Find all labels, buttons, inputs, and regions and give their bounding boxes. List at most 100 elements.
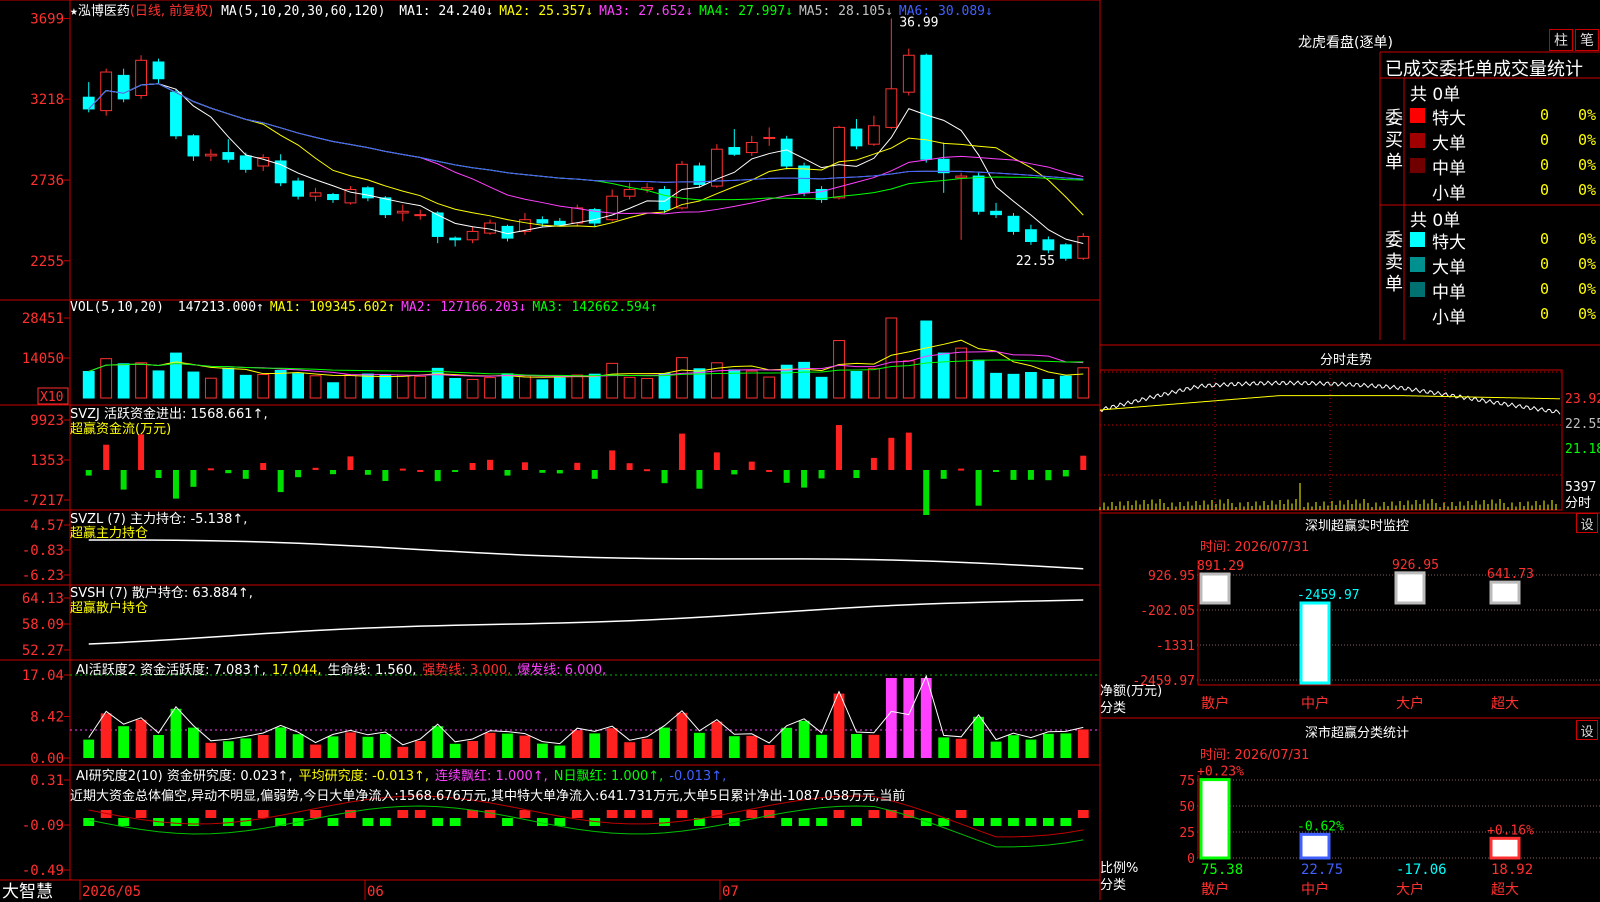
candle-body bbox=[745, 142, 758, 154]
candle-body bbox=[920, 54, 933, 160]
favorite-star-icon[interactable]: ★ bbox=[70, 4, 78, 19]
volume-bar bbox=[798, 361, 811, 399]
volume-bar bbox=[484, 377, 496, 399]
candle-body bbox=[327, 194, 339, 201]
candle-body bbox=[1077, 235, 1090, 259]
candle-body bbox=[1007, 215, 1020, 232]
ai-active-title: AI活跃度2 资金活跃度: 7.083↑, 17.044, 生命线: 1.560, 强… bbox=[70, 659, 606, 678]
volume-bar bbox=[135, 362, 147, 399]
order-color-swatch bbox=[1410, 232, 1425, 247]
class-bar bbox=[1299, 832, 1331, 860]
candle-body bbox=[955, 175, 968, 179]
candle-body bbox=[466, 230, 479, 241]
tab-bar-chart[interactable]: 柱 bbox=[1549, 29, 1573, 51]
volume-bar bbox=[606, 362, 619, 399]
ma-line-5 bbox=[88, 83, 1084, 183]
indicator-value-0: MA1: 24.240↓ bbox=[399, 4, 494, 19]
monitor-settings-button[interactable]: 设 bbox=[1576, 513, 1598, 533]
ai-research-title: AI研究度2(10) 资金研究度: 0.023↑, 平均研究度: -0.013↑,… bbox=[70, 765, 726, 784]
volume-bar bbox=[972, 359, 985, 399]
candle-body bbox=[1059, 244, 1072, 259]
volume-bar bbox=[885, 317, 898, 399]
volume-bar bbox=[292, 373, 305, 399]
volume-bar bbox=[187, 371, 200, 399]
order-percent: 0% bbox=[1578, 106, 1597, 124]
activity-bar bbox=[345, 732, 356, 758]
activity-bar bbox=[275, 727, 287, 758]
unit-badge-label: X10 bbox=[40, 390, 63, 405]
period-label[interactable]: (日线, 前复权) bbox=[130, 4, 213, 19]
volume-bar bbox=[519, 375, 531, 399]
research-bar bbox=[990, 818, 1002, 826]
monitor-bar bbox=[1489, 580, 1521, 605]
money-flow-bar bbox=[225, 470, 232, 474]
money-flow-bar bbox=[85, 470, 92, 476]
class-bar bbox=[1199, 778, 1231, 860]
class-settings-button[interactable]: 设 bbox=[1576, 720, 1598, 740]
order-size-label: 中单 bbox=[1432, 159, 1466, 179]
order-count: 0 bbox=[1540, 156, 1550, 174]
tab-tick-detail[interactable]: 笔 bbox=[1575, 29, 1599, 51]
activity-bar bbox=[188, 727, 199, 758]
candle-body bbox=[885, 88, 898, 128]
indicator-value-1: MA2: 25.357↓ bbox=[499, 4, 594, 19]
class-category: 超大 bbox=[1491, 882, 1519, 898]
indicator-value-3: 强势线: 3.000, bbox=[422, 663, 512, 678]
research-bar bbox=[1008, 818, 1019, 826]
activity-bar bbox=[624, 742, 636, 758]
ai-active-tick-label: 0.00 bbox=[30, 751, 64, 767]
candle-body bbox=[623, 188, 636, 197]
research-bar bbox=[606, 810, 618, 818]
activity-bar bbox=[1042, 733, 1054, 758]
buy-total: 共 0单 bbox=[1410, 85, 1461, 105]
indicator-value-0: AI活跃度2 资金活跃度: 7.083↑, bbox=[76, 663, 266, 678]
date-label: 07 bbox=[722, 884, 739, 900]
research-bar bbox=[1077, 810, 1089, 818]
volume-bar bbox=[431, 367, 444, 399]
activity-bar bbox=[100, 713, 112, 758]
class-category: 大户 bbox=[1396, 881, 1424, 898]
money-flow-bar bbox=[120, 470, 127, 490]
price-tick-label: 3218 bbox=[30, 92, 64, 108]
money-flow-bar bbox=[452, 470, 459, 472]
volume-bar bbox=[641, 377, 653, 399]
order-size-label: 特大 bbox=[1432, 233, 1466, 253]
monitor-category: 超大 bbox=[1491, 696, 1519, 712]
research-bar bbox=[1060, 818, 1072, 826]
candle-body bbox=[292, 180, 305, 197]
money-flow-bar bbox=[312, 467, 319, 470]
volume-bar bbox=[170, 352, 182, 399]
activity-bar bbox=[885, 678, 897, 758]
ma-params: MA(5,10,20,30,60,120) bbox=[221, 4, 386, 19]
order-color-swatch bbox=[1410, 257, 1425, 272]
money-flow-bar bbox=[801, 470, 808, 488]
money-flow-bar bbox=[1027, 470, 1034, 480]
money-flow-bar bbox=[382, 470, 389, 481]
stock-terminal-window: 3699 3218 2736 2255 36.99 22.55 28451 14050 X10 9… bbox=[0, 0, 1600, 902]
volume-bar bbox=[850, 370, 863, 399]
money-flow-bar bbox=[713, 452, 720, 470]
research-bar bbox=[1025, 818, 1037, 826]
activity-bar bbox=[938, 737, 950, 758]
monitor-tick-label: 926.95 bbox=[1148, 569, 1195, 584]
class-category: 散户 bbox=[1201, 881, 1229, 898]
price-tick-label: 2736 bbox=[30, 173, 64, 189]
ai-research-tick-label: -0.09 bbox=[22, 818, 64, 834]
monitor-category: 中户 bbox=[1301, 695, 1329, 712]
volume-bar bbox=[623, 376, 636, 399]
class-bar-value: 22.75 bbox=[1301, 862, 1343, 878]
order-count: 0 bbox=[1540, 106, 1550, 124]
date-label: 2026/05 bbox=[82, 884, 141, 900]
activity-bar bbox=[536, 743, 548, 758]
volume-bar bbox=[257, 373, 270, 399]
order-color-swatch bbox=[1410, 108, 1425, 123]
volume-bar bbox=[553, 377, 566, 399]
indicator-value-2: 生命线: 1.560, bbox=[327, 663, 417, 678]
volume-bar bbox=[396, 374, 409, 399]
research-bar bbox=[414, 810, 426, 818]
activity-bar bbox=[292, 734, 304, 758]
svzj-tick-label: 1353 bbox=[30, 453, 64, 469]
volume-bar bbox=[274, 369, 287, 399]
retail-holding-line bbox=[88, 599, 1084, 645]
order-size-label: 大单 bbox=[1432, 258, 1466, 278]
